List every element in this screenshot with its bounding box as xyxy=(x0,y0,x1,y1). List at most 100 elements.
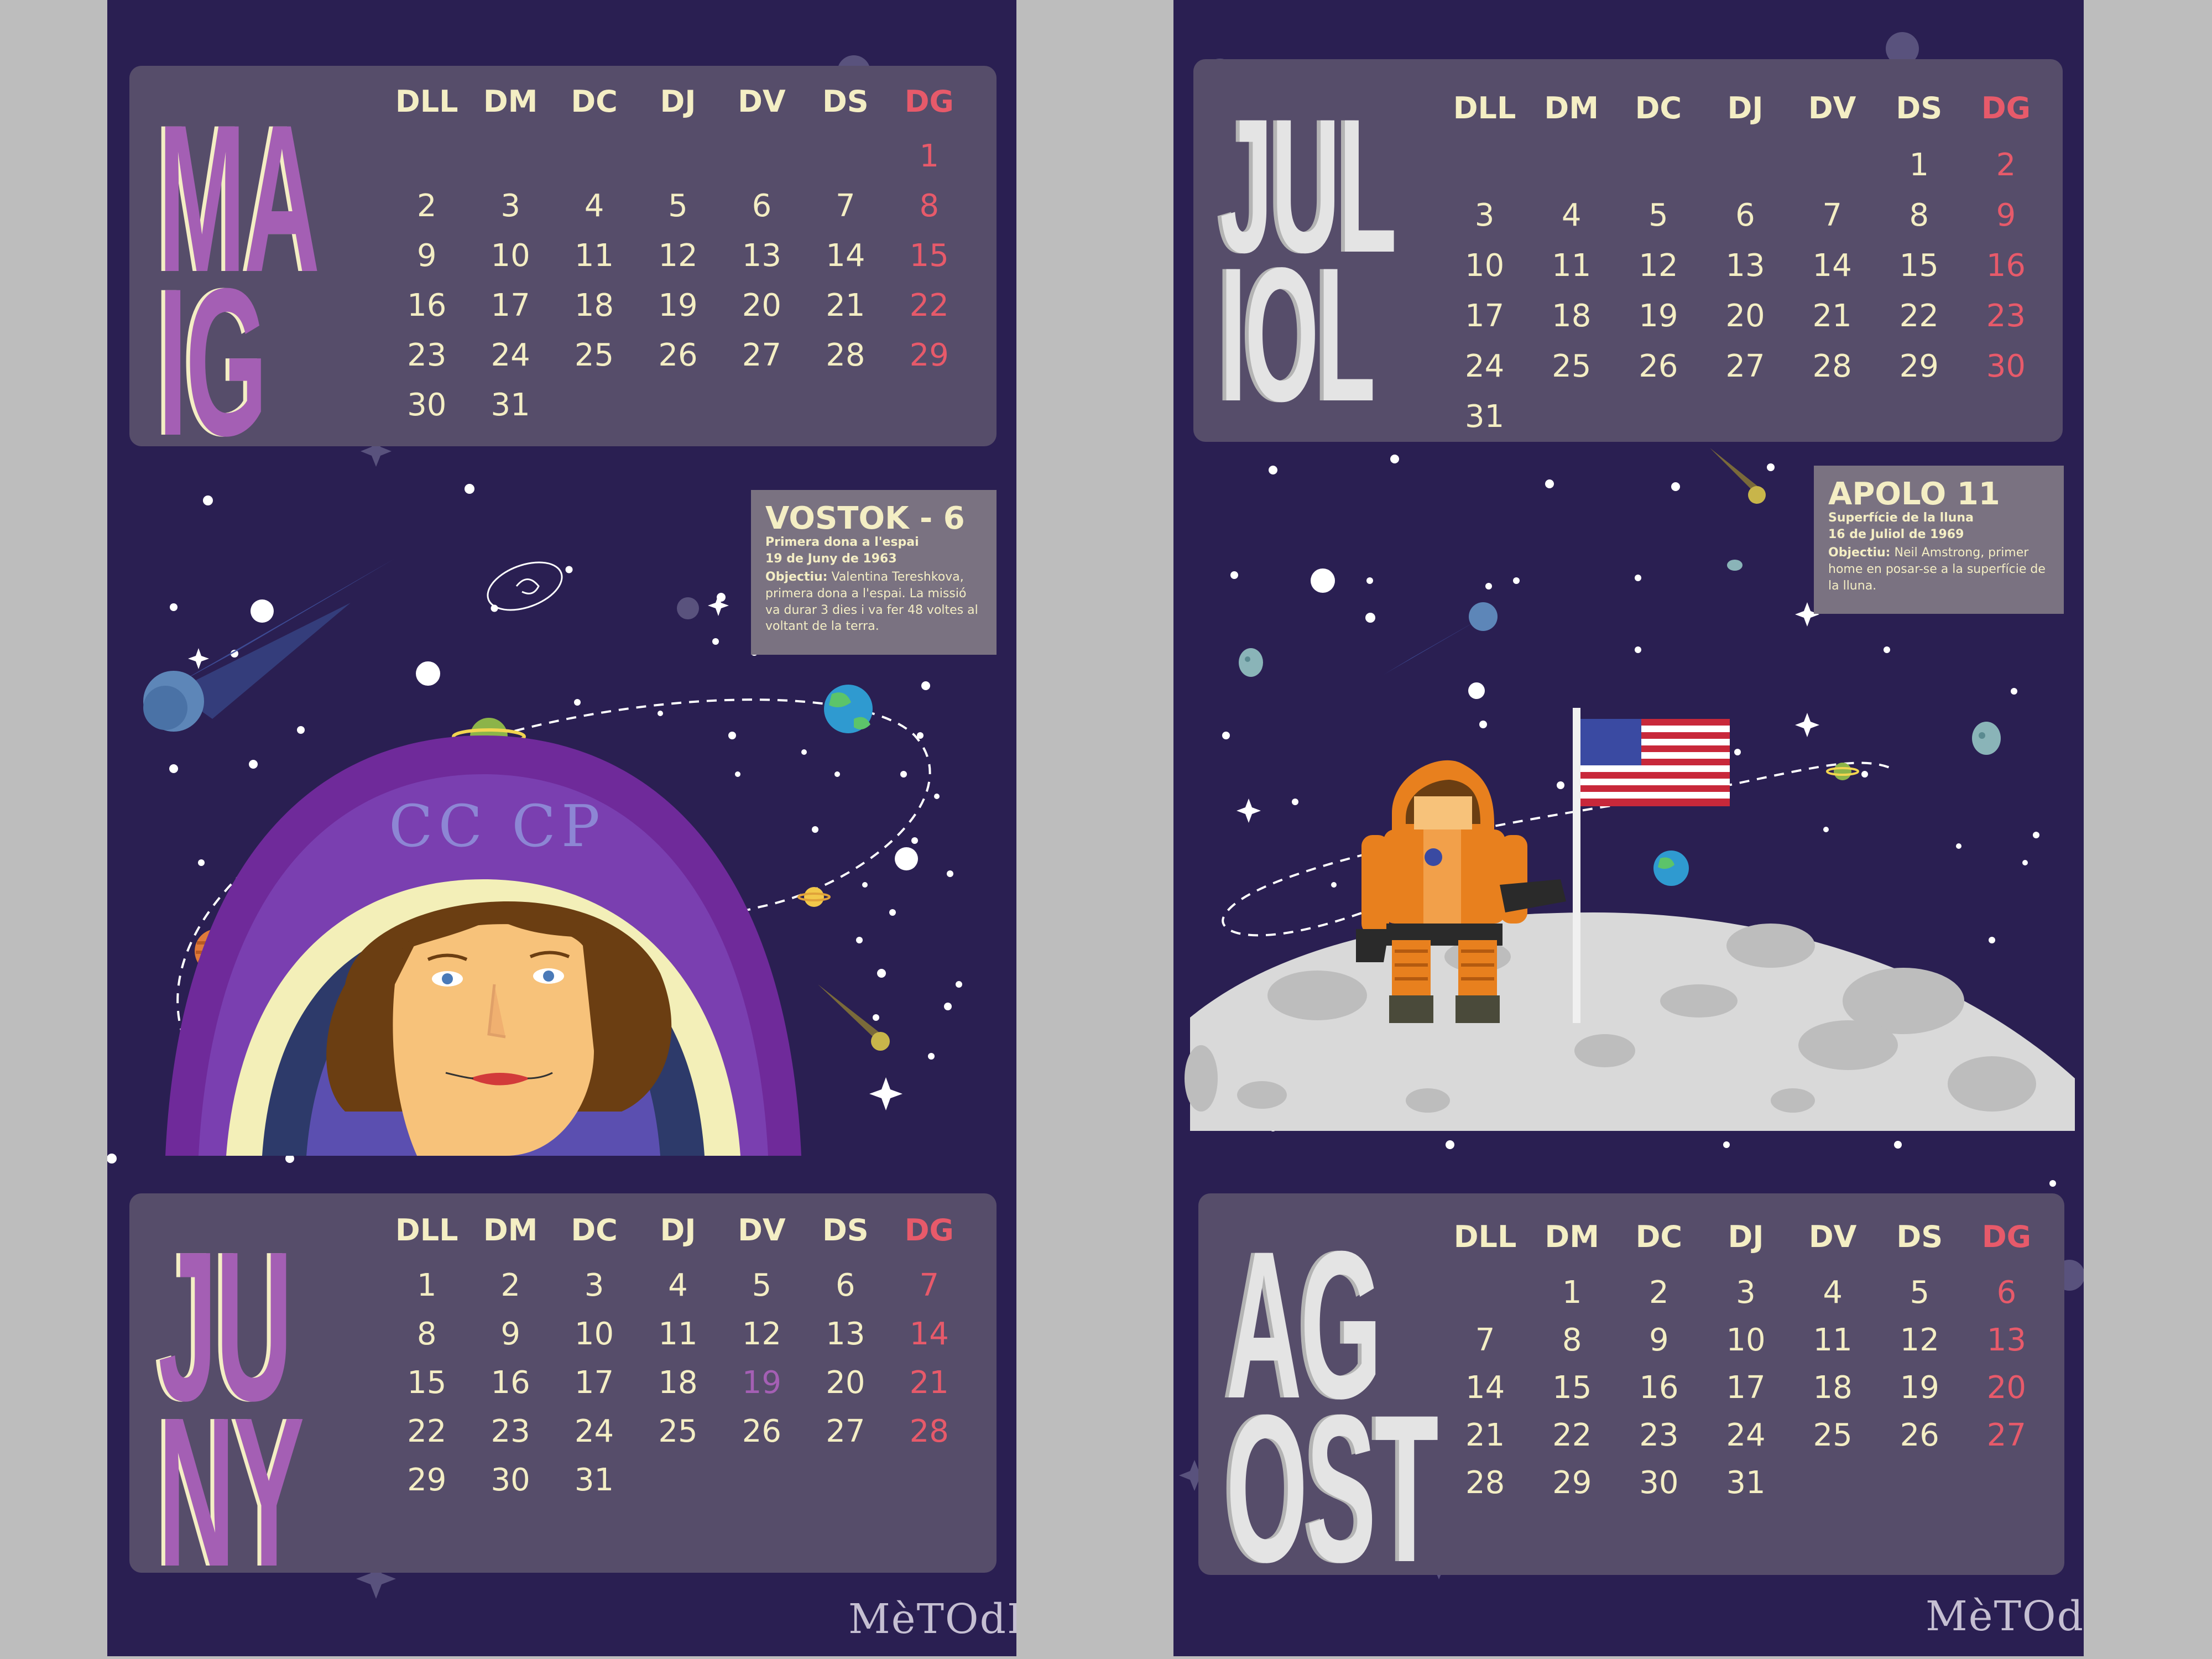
calendar-day: 11 xyxy=(658,1316,698,1352)
calendar-day: 11 xyxy=(1552,248,1592,284)
weekday-header: DV xyxy=(1808,1219,1857,1254)
calendar-week-row: 1 2 3 4 5 6 xyxy=(1442,1269,2050,1316)
calendar-day xyxy=(552,131,636,181)
month-panel-may: MA IG DLL DM DC DJ DV DS DG 1 2 3 4 5 6 7 8 9 10 11 12 13 14… xyxy=(129,66,997,467)
calendar-day: 13 xyxy=(1986,1322,2027,1358)
calendar-day: 3 xyxy=(584,1267,604,1303)
calendar-week-row: 21 22 23 24 25 26 27 xyxy=(1442,1411,2050,1459)
calendar-day: 17 xyxy=(574,1364,614,1401)
calendar-day: 2 xyxy=(1996,147,2016,183)
calendar-day: 29 xyxy=(407,1462,447,1498)
mission-date: 16 de Juliol de 1969 xyxy=(1828,527,1964,541)
calendar-day: 30 xyxy=(407,387,447,423)
calendar-day: 8 xyxy=(919,187,940,224)
weekday-header: DM xyxy=(483,1212,538,1248)
calendar-day: 24 xyxy=(491,337,530,373)
calendar-day: 10 xyxy=(491,237,530,274)
calendar-day: 19 xyxy=(742,1364,782,1401)
calendar-day: 3 xyxy=(500,187,520,224)
calendar-day: 9 xyxy=(1996,197,2016,233)
calendar-day: 17 xyxy=(1726,1369,1766,1406)
calendar-day: 8 xyxy=(416,1316,437,1352)
weekday-header: DJ xyxy=(660,84,696,119)
calendar-day: 5 xyxy=(668,187,688,224)
weekday-header: DC xyxy=(1635,90,1682,126)
calendar-day: 30 xyxy=(1986,348,2026,384)
calendar-week-row: 2 3 4 5 6 7 8 xyxy=(385,181,971,231)
calendar-day: 6 xyxy=(752,187,772,224)
weekday-header: DC xyxy=(571,84,618,119)
mission-title: VOSTOK - 6 xyxy=(765,500,965,536)
month-panel-august: AG OST DLL DM DC DJ DV DS DG 1 2 3 4 5 6 7 8 9 10 11 12 13 1… xyxy=(1198,1193,2064,1606)
calendar-week-row: 22 23 24 25 26 27 28 xyxy=(385,1407,971,1455)
calendar-day: 12 xyxy=(1639,248,1678,284)
calendar-day: 29 xyxy=(1899,348,1939,384)
month-name-line: NY xyxy=(158,1373,304,1611)
calendar-week-row: 12 xyxy=(1441,140,2049,190)
mission-date: 19 de Juny de 1963 xyxy=(765,551,897,566)
calendar-day: 23 xyxy=(407,337,447,373)
calendar-day xyxy=(636,131,719,181)
calendar-day: 15 xyxy=(1899,248,1939,284)
earth-icon xyxy=(1653,851,1689,886)
calendar-day: 13 xyxy=(742,237,782,274)
calendar-day xyxy=(1789,392,1876,442)
calendar-day: 26 xyxy=(742,1413,782,1449)
calendar-day: 21 xyxy=(1812,298,1852,334)
comet xyxy=(143,559,395,732)
metode-logo: MèTOdE xyxy=(1926,1593,2084,1640)
month-name-june: JU NY xyxy=(158,1219,304,1611)
weekday-header: DG xyxy=(1981,90,2031,126)
calendar-week-row: 3 4 5 6 7 8 9 xyxy=(1441,190,2049,241)
weekday-header: DJ xyxy=(1727,90,1764,126)
weekday-header: DJ xyxy=(660,1212,696,1248)
calendar-day: 5 xyxy=(752,1267,772,1303)
calendar-week-row: 1 2 3 4 5 6 7 xyxy=(385,1261,971,1310)
calendar-day: 17 xyxy=(1464,298,1505,334)
calendar-day: 27 xyxy=(742,337,782,373)
calendar-day: 24 xyxy=(574,1413,614,1449)
calendar-day: 5 xyxy=(1910,1274,1930,1311)
calendar-day: 10 xyxy=(574,1316,614,1352)
mission-objective: Objectiu: Valentina Tereshkova, primera … xyxy=(765,569,982,635)
month-name-line: OST xyxy=(1226,1371,1439,1606)
calendar-day xyxy=(1702,392,1788,442)
calendar-day: 20 xyxy=(1986,1369,2027,1406)
calendar-day: 7 xyxy=(836,187,855,224)
calendar-day: 24 xyxy=(1464,348,1505,384)
weekday-header: DV xyxy=(738,1212,786,1248)
weekday-header: DS xyxy=(822,1212,869,1248)
weekday-header: DV xyxy=(738,84,786,119)
calendar-day xyxy=(1876,392,1963,442)
calendar-day: 15 xyxy=(1552,1369,1592,1406)
weekday-header: DLL xyxy=(1453,90,1516,126)
calendar-day: 1 xyxy=(1909,147,1929,183)
calendar-day: 21 xyxy=(1465,1417,1505,1453)
calendar-day xyxy=(468,131,552,181)
calendar-week-row: 10 11 12 13 14 15 16 xyxy=(1441,241,2049,291)
calendar-week-row: 8 9 10 11 12 13 14 xyxy=(385,1310,971,1358)
calendar-day xyxy=(1615,140,1702,190)
calendar-week-row: 28 29 30 31 xyxy=(1442,1459,2050,1506)
calendar-day: 25 xyxy=(1813,1417,1853,1453)
mission-objective: Objectiu: Neil Amstrong, primer home en … xyxy=(1828,545,2049,594)
weekday-header: DLL xyxy=(395,84,458,119)
calendar-day xyxy=(888,1455,971,1504)
calendar-day: 13 xyxy=(1725,248,1765,284)
calendar-day: 6 xyxy=(1735,197,1755,233)
calendar-week-row: 31 xyxy=(1441,392,2049,442)
calendar-day: 3 xyxy=(1474,197,1495,233)
calendar-day: 14 xyxy=(826,237,865,274)
mission-subtitle: Superfície de la lluna xyxy=(1828,511,1974,525)
calendar-day xyxy=(636,380,719,430)
calendar-day: 11 xyxy=(1813,1322,1853,1358)
moon-surface xyxy=(1185,912,2075,1131)
calendar-day: 26 xyxy=(1900,1417,1939,1453)
calendar-day: 31 xyxy=(491,387,530,423)
calendar-day: 7 xyxy=(1822,197,1842,233)
calendar-day: 4 xyxy=(668,1267,688,1303)
calendar-day: 16 xyxy=(1986,248,2026,284)
calendar-day: 25 xyxy=(574,337,614,373)
calendar-day: 28 xyxy=(1465,1464,1505,1501)
calendar-day: 10 xyxy=(1726,1322,1766,1358)
